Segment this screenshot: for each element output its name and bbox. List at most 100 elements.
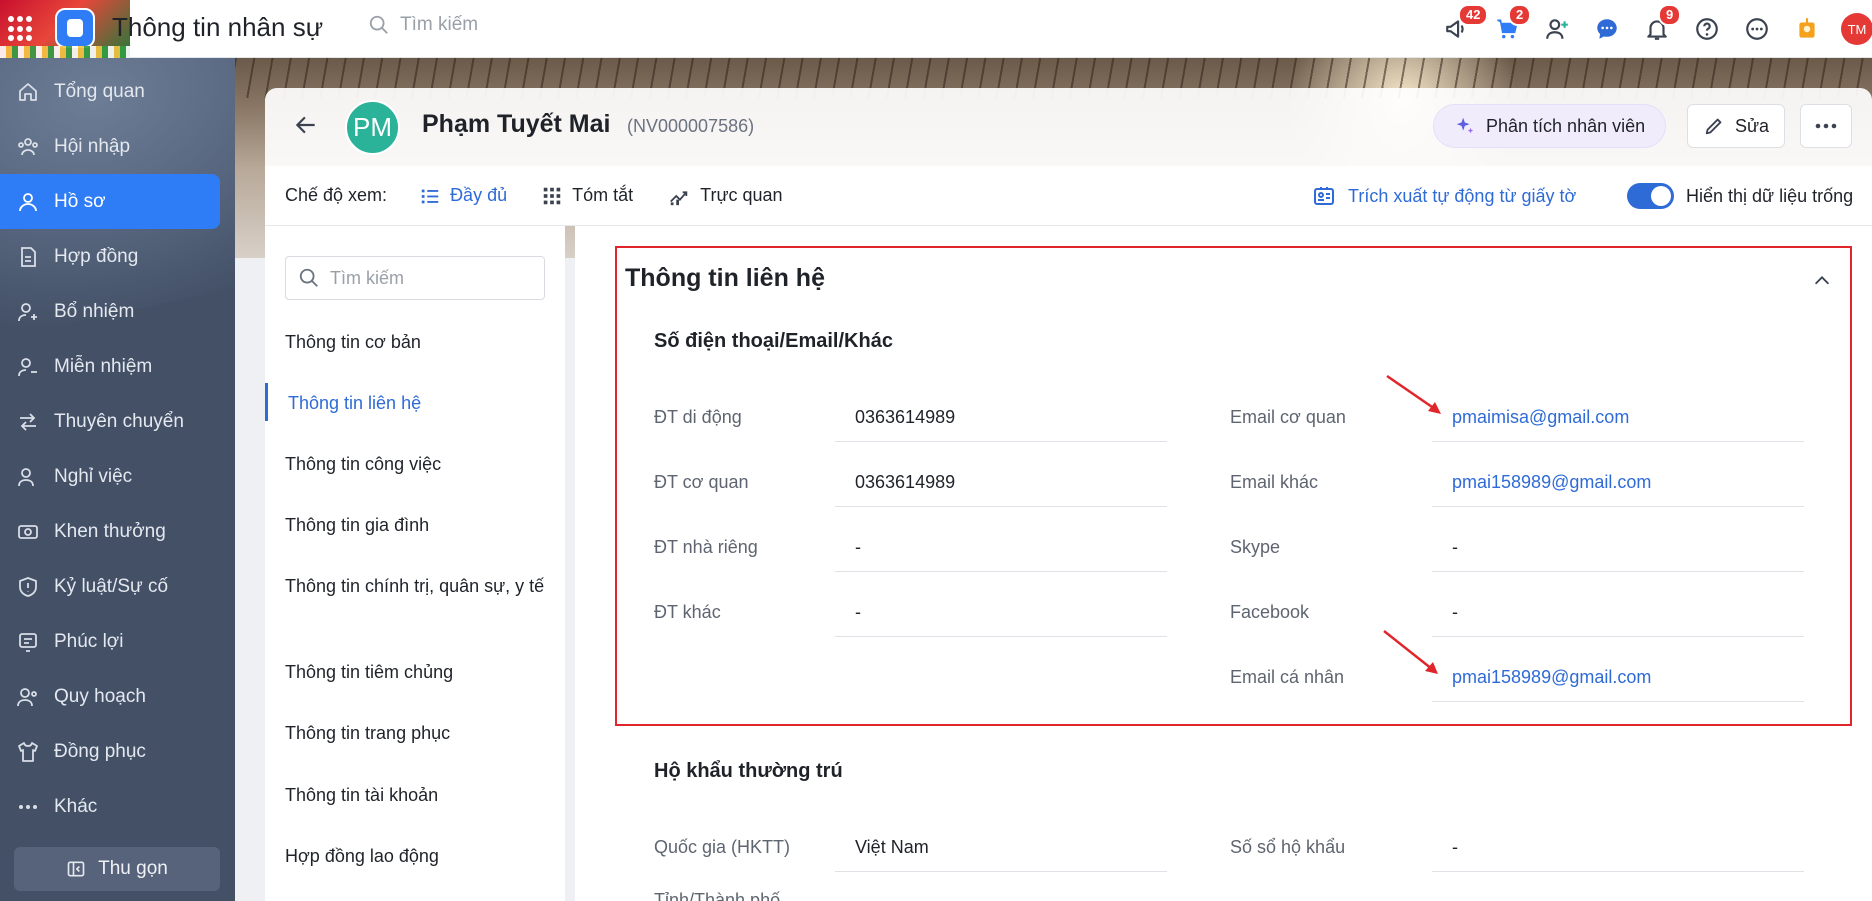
section-title: Thông tin liên hệ (625, 264, 825, 292)
sidebar-item-label: Đồng phục (54, 740, 146, 762)
planning-icon (16, 685, 40, 709)
home-phone-label: ĐT nhà riêng (654, 537, 758, 557)
view-mode-visual[interactable]: Trực quan (667, 185, 783, 207)
sidebar-item-12[interactable]: Đồng phục (0, 724, 235, 779)
sidebar-item-8[interactable]: Khen thưởng (0, 504, 235, 559)
view-mode-full[interactable]: Đầy đủ (419, 185, 507, 207)
global-search-placeholder: Tìm kiếm (400, 14, 479, 35)
show-empty-toggle-group: Hiển thị dữ liệu trống (1627, 183, 1853, 209)
analyze-employee-button[interactable]: Phân tích nhân viên (1433, 104, 1667, 148)
other-phone-value: - (835, 599, 1167, 637)
back-arrow-icon[interactable] (293, 112, 319, 138)
employee-avatar: PM (345, 100, 400, 155)
section-item-basic[interactable]: Thông tin cơ bản (285, 330, 545, 355)
global-search[interactable]: Tìm kiếm (368, 14, 478, 36)
analyze-label: Phân tích nhân viên (1486, 115, 1646, 136)
sidebar-item-label: Nghỉ việc (54, 465, 133, 487)
sidebar-item-2[interactable]: Hồ sơ (0, 174, 220, 229)
auto-extract-link[interactable]: Trích xuất tự động từ giấy tờ (1312, 184, 1576, 208)
view-mode-visual-label: Trực quan (700, 185, 783, 205)
personal-email-value[interactable]: pmai158989@gmail.com (1432, 664, 1804, 702)
app-title: Thông tin nhân sự (112, 12, 324, 42)
auto-extract-label: Trích xuất tự động từ giấy tờ (1348, 185, 1577, 206)
home-phone-value: - (835, 534, 1167, 572)
announcement-button[interactable]: 42 (1432, 0, 1489, 58)
sidebar-item-13[interactable]: Khác (0, 779, 235, 834)
home-icon (16, 80, 40, 104)
profile-icon (16, 190, 40, 214)
sidebar-item-9[interactable]: Kỷ luật/Sự cố (0, 559, 235, 614)
sidebar-item-label: Kỷ luật/Sự cố (54, 575, 169, 597)
sidebar-item-label: Hội nhập (54, 135, 131, 157)
sidebar-item-label: Hợp đồng (54, 245, 139, 267)
sidebar-item-label: Phúc lợi (54, 630, 124, 652)
user-avatar: TM (1841, 13, 1872, 45)
section-item-contact[interactable]: Thông tin liên hệ (288, 391, 548, 416)
annotation-arrow-icon (1386, 374, 1441, 414)
more-horizontal-icon (1815, 123, 1837, 129)
chat-button[interactable] (1582, 0, 1632, 58)
cart-button[interactable]: 2 (1482, 0, 1532, 58)
sidebar-item-11[interactable]: Quy hoạch (0, 669, 235, 724)
more-actions-button[interactable] (1800, 104, 1852, 148)
sidebar-item-label: Bổ nhiệm (54, 300, 135, 322)
section-item-work[interactable]: Thông tin công việc (285, 452, 545, 477)
sidebar-item-1[interactable]: Hội nhập (0, 119, 235, 174)
sidebar-item-0[interactable]: Tổng quan (0, 64, 235, 119)
user-menu[interactable]: TM (1832, 0, 1872, 58)
sidebar-item-5[interactable]: Miễn nhiệm (0, 339, 235, 394)
facebook-label: Facebook (1230, 602, 1310, 622)
chat-icon (1597, 19, 1617, 39)
work-email-value[interactable]: pmaimisa@gmail.com (1432, 404, 1804, 442)
section-search-input[interactable]: Tìm kiếm (285, 256, 545, 300)
office-phone-value: 0363614989 (835, 469, 1167, 507)
user-minus-icon (16, 355, 40, 379)
search-icon (299, 268, 318, 287)
sidebar-item-6[interactable]: Thuyên chuyển (0, 394, 235, 449)
shirt-icon (16, 740, 40, 764)
chevron-up-icon[interactable] (1811, 270, 1833, 292)
other-email-label: Email khác (1230, 472, 1319, 492)
show-empty-toggle[interactable] (1627, 183, 1674, 209)
section-item-uniform[interactable]: Thông tin trang phục (285, 721, 545, 746)
annotation-arrow-icon (1383, 630, 1438, 674)
sidebar-item-label: Hồ sơ (54, 190, 106, 212)
notification-badge: 9 (1658, 4, 1682, 26)
notification-button[interactable]: 9 (1632, 0, 1682, 58)
country-value: Việt Nam (835, 834, 1167, 872)
sidebar-item-10[interactable]: Phúc lợi (0, 614, 235, 669)
office-phone-label: ĐT cơ quan (654, 472, 749, 492)
event-button[interactable] (1782, 0, 1832, 58)
sidebar-item-label: Tổng quan (54, 80, 145, 102)
help-button[interactable] (1682, 0, 1732, 58)
section-item-contract[interactable]: Hợp đồng lao động (285, 844, 545, 869)
chart-icon (670, 190, 688, 205)
collapse-sidebar-button[interactable]: Thu gọn (14, 847, 220, 891)
show-empty-label: Hiển thị dữ liệu trống (1686, 185, 1854, 206)
app-grid-icon[interactable] (8, 16, 34, 42)
section-item-vaccination[interactable]: Thông tin tiêm chủng (285, 660, 545, 685)
user-plus-icon (1546, 19, 1568, 39)
sidebar-item-3[interactable]: Hợp đồng (0, 229, 235, 284)
sparkle-icon (1456, 117, 1474, 134)
benefit-icon (16, 630, 40, 654)
sidebar-item-4[interactable]: Bổ nhiệm (0, 284, 235, 339)
view-mode-label: Chế độ xem: (285, 185, 388, 205)
other-email-value[interactable]: pmai158989@gmail.com (1432, 469, 1804, 507)
shield-icon (16, 575, 40, 599)
holiday-decoration (0, 46, 130, 58)
user-plus-icon (16, 300, 40, 324)
sidebar-item-7[interactable]: Nghỉ việc (0, 449, 235, 504)
edit-button[interactable]: Sửa (1687, 104, 1785, 148)
sidebar-item-label: Khác (54, 795, 98, 817)
section-item-family[interactable]: Thông tin gia đình (285, 513, 545, 538)
add-contact-button[interactable] (1532, 0, 1582, 58)
collapse-icon (67, 861, 85, 877)
section-item-account[interactable]: Thông tin tài khoản (285, 783, 545, 808)
section-item-political[interactable]: Thông tin chính trị, quân sự, y tế (285, 574, 545, 599)
sidebar-item-label: Khen thưởng (54, 520, 166, 542)
view-mode-summary[interactable]: Tóm tắt (541, 185, 633, 207)
more-apps-button[interactable] (1732, 0, 1782, 58)
employee-code: (NV000007586) (627, 116, 755, 136)
facebook-value: - (1432, 599, 1804, 637)
